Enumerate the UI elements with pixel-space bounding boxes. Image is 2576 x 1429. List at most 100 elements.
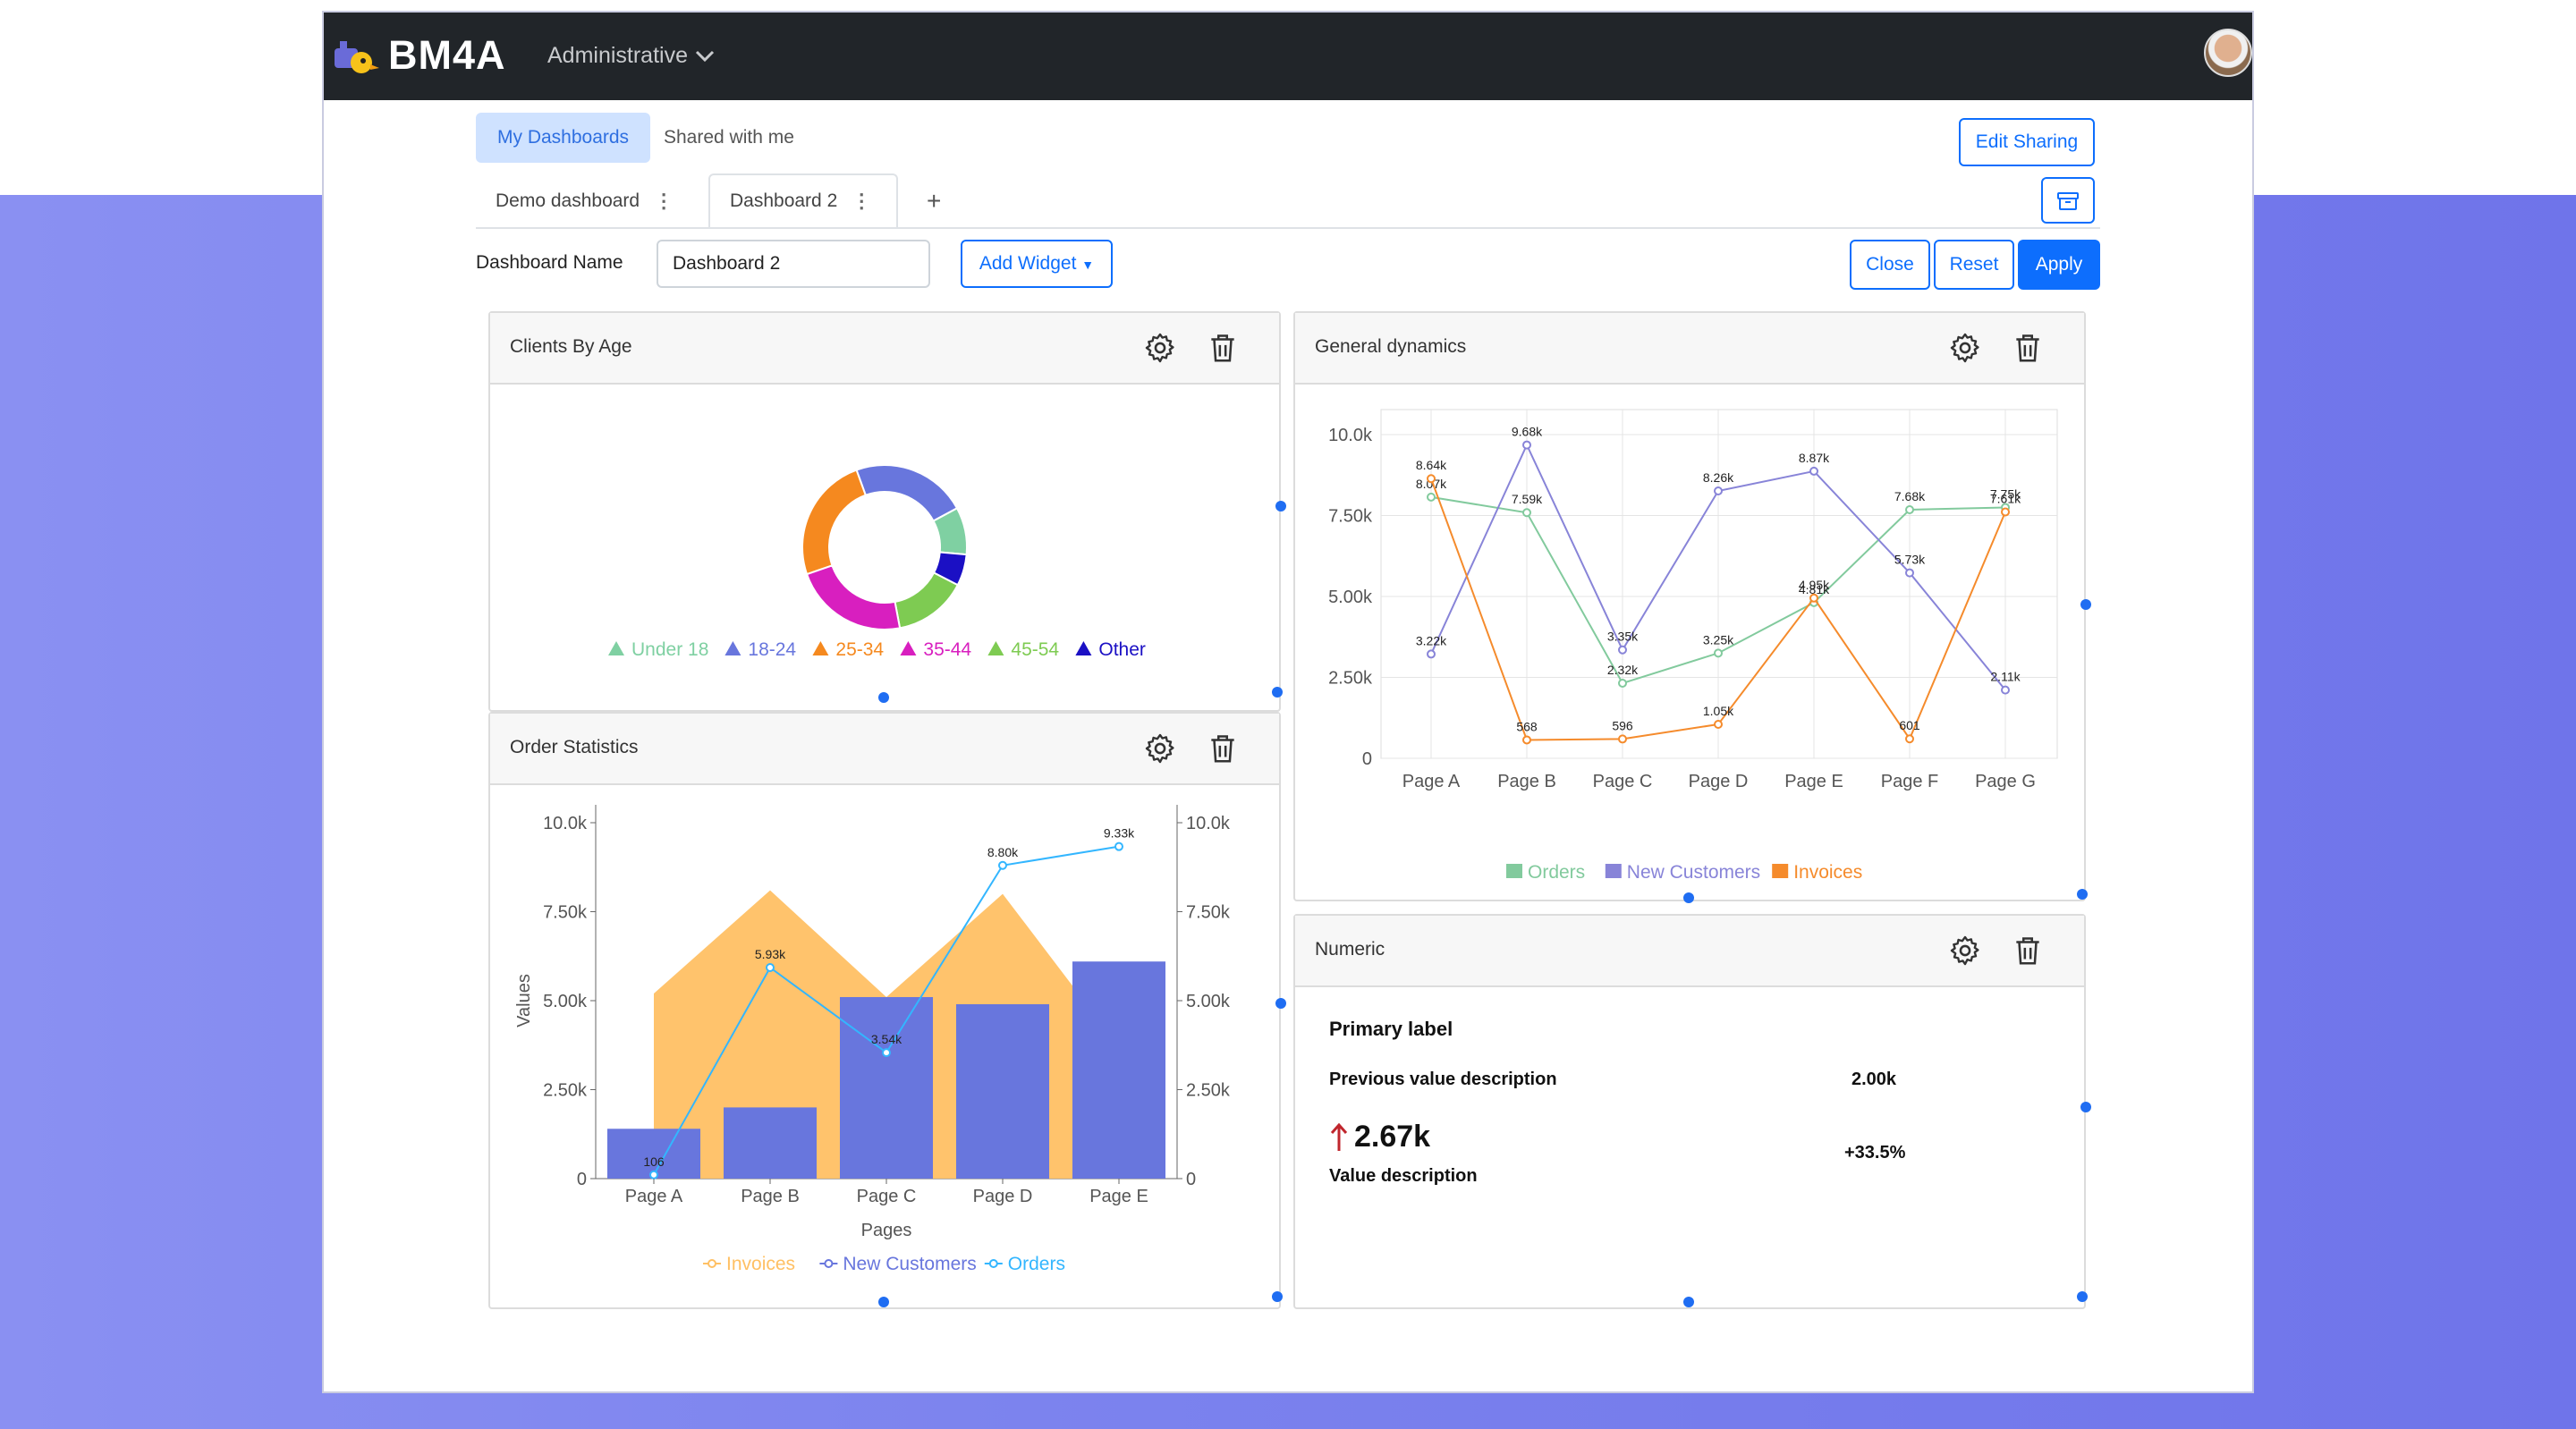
data-point	[1522, 508, 1531, 518]
legend-marker-dot	[824, 1259, 834, 1268]
data-label: 106	[643, 1154, 665, 1169]
x-tick-label: Page F	[1881, 772, 1938, 791]
y-tick-label-right: 10.0k	[1186, 814, 1231, 833]
data-label: 8.26k	[1703, 470, 1734, 485]
y-tick-label: 10.0k	[543, 814, 588, 833]
widget-clients-by-age[interactable]: Clients By Age Under 18 18-24 25-34 35-44 45…	[488, 311, 1281, 712]
legend-marker-icon	[1772, 864, 1789, 878]
x-tick-label: Page D	[973, 1187, 1033, 1206]
widget-numeric[interactable]: Numeric Primary label Previous value des…	[1293, 914, 2086, 1309]
resize-handle[interactable]	[2080, 599, 2091, 610]
y-tick-label-right: 2.50k	[1186, 1081, 1231, 1101]
data-point	[1522, 735, 1531, 745]
dashboard-name-input[interactable]: Dashboard 2	[657, 240, 930, 288]
kebab-menu-icon[interactable]: ⋮	[852, 190, 871, 213]
legend-label: Invoices	[1793, 862, 1862, 883]
data-label: 7.68k	[1894, 489, 1926, 503]
x-tick-label: Page B	[1497, 772, 1556, 791]
y-tick-label: 0	[577, 1170, 587, 1189]
tab-divider	[476, 227, 2100, 229]
x-tick-label: Page B	[741, 1187, 800, 1206]
data-point	[1618, 645, 1627, 655]
data-label: 3.54k	[871, 1032, 902, 1046]
data-point	[1114, 841, 1123, 851]
administrative-menu[interactable]: Administrative	[547, 43, 715, 69]
resize-handle[interactable]	[1272, 1291, 1283, 1302]
apply-button[interactable]: Apply	[2018, 240, 2100, 290]
y-tick-label: 7.50k	[1328, 507, 1373, 527]
trash-icon[interactable]	[1206, 331, 1240, 365]
archive-button[interactable]	[2041, 177, 2095, 224]
data-point	[1522, 440, 1531, 450]
widget-header: General dynamics	[1295, 313, 2084, 385]
chevron-down-icon	[695, 50, 715, 62]
primary-label: Primary label	[1329, 1018, 1453, 1040]
trash-icon[interactable]	[1206, 731, 1240, 765]
data-point	[1714, 648, 1723, 658]
add-widget-label: Add Widget	[979, 253, 1077, 274]
bar	[724, 1107, 817, 1179]
bar	[1072, 961, 1165, 1179]
dashboard-tab-demo[interactable]: Demo dashboard ⋮	[476, 173, 682, 229]
gear-icon[interactable]	[1143, 331, 1177, 365]
widget-header: Clients By Age	[490, 313, 1279, 385]
kebab-menu-icon[interactable]: ⋮	[654, 190, 674, 213]
data-point	[1618, 679, 1627, 689]
legend-marker-icon	[812, 641, 829, 655]
y-axis-label: Values	[514, 974, 534, 1027]
previous-value: 2.00k	[1852, 1070, 1897, 1089]
legend-label: 45-54	[1011, 639, 1059, 660]
data-label: 7.61k	[1990, 492, 2021, 506]
gear-icon[interactable]	[1143, 731, 1177, 765]
data-label: 1.05k	[1703, 704, 1734, 718]
pie-slice	[894, 571, 960, 630]
bar	[840, 997, 933, 1179]
x-tick-label: Page E	[1784, 772, 1843, 791]
gear-icon[interactable]	[1948, 331, 1982, 365]
data-point	[766, 962, 775, 972]
add-widget-button[interactable]: Add Widget ▼	[961, 240, 1113, 288]
widget-title: Clients By Age	[510, 336, 632, 357]
data-point	[2001, 507, 2010, 517]
clients-by-age-chart: Under 18 18-24 25-34 35-44 45-54 Other	[608, 464, 1146, 660]
add-tab-button[interactable]: +	[927, 173, 962, 229]
gear-icon[interactable]	[1948, 934, 1982, 968]
data-label: 568	[1516, 719, 1538, 733]
brand-name[interactable]: BM4A	[388, 32, 506, 79]
legend-label: 25-34	[835, 639, 884, 660]
data-label: 9.68k	[1512, 425, 1543, 439]
resize-handle[interactable]	[1683, 1297, 1694, 1307]
x-tick-label: Page C	[857, 1187, 917, 1206]
legend-marker-dot	[988, 1259, 998, 1268]
resize-handle[interactable]	[1275, 501, 1286, 512]
data-point	[882, 1048, 891, 1058]
edit-sharing-button[interactable]: Edit Sharing	[1959, 118, 2095, 166]
x-tick-label: Page G	[1975, 772, 2036, 791]
archive-icon	[2057, 192, 2079, 210]
tab-my-dashboards[interactable]: My Dashboards	[476, 113, 651, 163]
resize-handle[interactable]	[1683, 892, 1694, 903]
legend-marker-icon	[987, 641, 1004, 655]
user-avatar[interactable]	[2204, 29, 2252, 77]
trash-icon[interactable]	[2011, 934, 2045, 968]
trash-icon[interactable]	[2011, 331, 2045, 365]
y-tick-label: 5.00k	[543, 992, 588, 1011]
widget-general-dynamics[interactable]: General dynamics 0 2.50k 5.00k 7.50k 10.0k Pa…	[1293, 311, 2086, 901]
close-button[interactable]: Close	[1850, 240, 1930, 290]
resize-handle[interactable]	[1272, 687, 1283, 698]
data-label: 8.80k	[987, 845, 1019, 859]
resize-handle[interactable]	[1275, 998, 1286, 1009]
data-label: 7.59k	[1512, 492, 1543, 506]
widget-order-statistics[interactable]: Order Statistics 0 0 2.50k 2.50k 5.00k 5.00k 7…	[488, 712, 1281, 1309]
resize-handle[interactable]	[2077, 889, 2088, 900]
resize-handle[interactable]	[2080, 1102, 2091, 1112]
resize-handle[interactable]	[878, 692, 889, 703]
dashboard-tab-dashboard-2[interactable]: Dashboard 2 ⋮	[708, 173, 898, 229]
x-tick-label: Page D	[1689, 772, 1749, 791]
resize-handle[interactable]	[878, 1297, 889, 1307]
value-description: Value description	[1329, 1166, 1478, 1186]
resize-handle[interactable]	[2077, 1291, 2088, 1302]
tab-shared-with-me[interactable]: Shared with me	[653, 113, 805, 163]
reset-button[interactable]: Reset	[1934, 240, 2014, 290]
legend-label: Orders	[1008, 1254, 1065, 1274]
